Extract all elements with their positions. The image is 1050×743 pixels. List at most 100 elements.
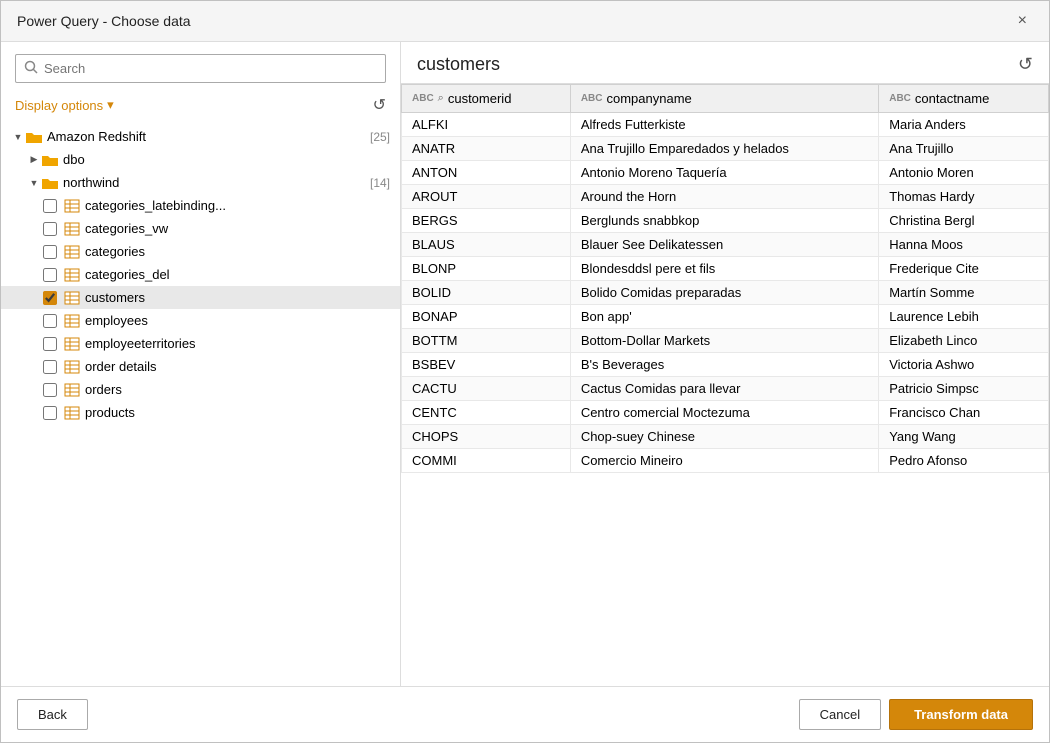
right-panel: customers ↺ ABC ⌕ customerid bbox=[401, 42, 1049, 686]
col-header-companyname[interactable]: ABC companyname bbox=[570, 85, 878, 113]
tree-item-order-details[interactable]: order details bbox=[1, 355, 400, 378]
display-options-row: Display options ▾ ↺ bbox=[1, 89, 400, 121]
search-icon bbox=[24, 60, 38, 77]
tree-item-northwind[interactable]: ▼ northwind [14] bbox=[1, 171, 400, 194]
cell-contactname: Elizabeth Linco bbox=[879, 329, 1049, 353]
col-header-customerid[interactable]: ABC ⌕ customerid bbox=[402, 85, 571, 113]
expand-arrow-northwind: ▼ bbox=[27, 176, 41, 190]
col-header-contactname[interactable]: ABC contactname bbox=[879, 85, 1049, 113]
checkbox-orders[interactable] bbox=[43, 383, 57, 397]
tree-item-products[interactable]: products bbox=[1, 401, 400, 424]
tree-label-categories-del: categories_del bbox=[85, 267, 390, 282]
expand-arrow-dbo: ▶ bbox=[27, 153, 41, 167]
power-query-dialog: Power Query - Choose data × Dis bbox=[0, 0, 1050, 743]
tree-label-categories: categories bbox=[85, 244, 390, 259]
table-icon-orders bbox=[63, 383, 81, 397]
table-row: ALFKIAlfreds FutterkisteMaria Anders bbox=[402, 113, 1049, 137]
folder-icon-amazon-redshift bbox=[25, 130, 43, 144]
table-icon-employeeterritories bbox=[63, 337, 81, 351]
tree-item-amazon-redshift[interactable]: ▼ Amazon Redshift [25] bbox=[1, 125, 400, 148]
tree-count-northwind: [14] bbox=[370, 176, 390, 190]
data-table: ABC ⌕ customerid ABC companyname bbox=[401, 84, 1049, 473]
tree-item-dbo[interactable]: ▶ dbo bbox=[1, 148, 400, 171]
display-options-button[interactable]: Display options ▾ bbox=[15, 97, 114, 113]
cell-customerid: BLAUS bbox=[402, 233, 571, 257]
tree-item-employees[interactable]: employees bbox=[1, 309, 400, 332]
table-row: COMMIComercio MineiroPedro Afonso bbox=[402, 449, 1049, 473]
cell-companyname: Blauer See Delikatessen bbox=[570, 233, 878, 257]
table-row: BLAUSBlauer See DelikatessenHanna Moos bbox=[402, 233, 1049, 257]
tree-item-employeeterritories[interactable]: employeeterritories bbox=[1, 332, 400, 355]
tree-item-categories-vw[interactable]: categories_vw bbox=[1, 217, 400, 240]
cell-contactname: Christina Bergl bbox=[879, 209, 1049, 233]
footer-buttons-right: Cancel Transform data bbox=[799, 699, 1033, 730]
checkbox-categories[interactable] bbox=[43, 245, 57, 259]
tree-item-categories-latebinding[interactable]: categories_latebinding... bbox=[1, 194, 400, 217]
checkbox-categories-latebinding[interactable] bbox=[43, 199, 57, 213]
cell-companyname: Centro comercial Moctezuma bbox=[570, 401, 878, 425]
expand-arrow-amazon-redshift: ▼ bbox=[11, 130, 25, 144]
cell-companyname: Bottom-Dollar Markets bbox=[570, 329, 878, 353]
table-container[interactable]: ABC ⌕ customerid ABC companyname bbox=[401, 83, 1049, 686]
cell-contactname: Pedro Afonso bbox=[879, 449, 1049, 473]
right-header: customers ↺ bbox=[401, 42, 1049, 83]
table-row: AROUTAround the HornThomas Hardy bbox=[402, 185, 1049, 209]
cancel-button[interactable]: Cancel bbox=[799, 699, 881, 730]
tree-item-orders[interactable]: orders bbox=[1, 378, 400, 401]
table-icon-categories-latebinding bbox=[63, 199, 81, 213]
tree-count-amazon-redshift: [25] bbox=[370, 130, 390, 144]
tree-item-categories-del[interactable]: categories_del bbox=[1, 263, 400, 286]
checkbox-products[interactable] bbox=[43, 406, 57, 420]
chevron-down-icon: ▾ bbox=[107, 97, 114, 113]
tree-item-categories[interactable]: categories bbox=[1, 240, 400, 263]
cell-contactname: Ana Trujillo bbox=[879, 137, 1049, 161]
search-box bbox=[15, 54, 386, 83]
cell-customerid: CACTU bbox=[402, 377, 571, 401]
close-button[interactable]: × bbox=[1012, 11, 1033, 31]
cell-contactname: Antonio Moren bbox=[879, 161, 1049, 185]
table-icon-categories-vw bbox=[63, 222, 81, 236]
tree-label-products: products bbox=[85, 405, 390, 420]
search-input[interactable] bbox=[44, 61, 377, 76]
cell-companyname: Bolido Comidas preparadas bbox=[570, 281, 878, 305]
cell-companyname: Blondesddsl pere et fils bbox=[570, 257, 878, 281]
folder-icon-dbo bbox=[41, 153, 59, 167]
transform-data-button[interactable]: Transform data bbox=[889, 699, 1033, 730]
dialog-title: Power Query - Choose data bbox=[17, 13, 191, 29]
refresh-right-button[interactable]: ↺ bbox=[1018, 54, 1033, 75]
tree-label-dbo: dbo bbox=[63, 152, 390, 167]
cell-contactname: Hanna Moos bbox=[879, 233, 1049, 257]
tree-label-categories-vw: categories_vw bbox=[85, 221, 390, 236]
tree-item-customers[interactable]: customers bbox=[1, 286, 400, 309]
tree-label-employees: employees bbox=[85, 313, 390, 328]
cell-companyname: Around the Horn bbox=[570, 185, 878, 209]
cell-companyname: Berglunds snabbkop bbox=[570, 209, 878, 233]
cell-contactname: Victoria Ashwo bbox=[879, 353, 1049, 377]
cell-companyname: B's Beverages bbox=[570, 353, 878, 377]
cell-contactname: Thomas Hardy bbox=[879, 185, 1049, 209]
display-options-label: Display options bbox=[15, 98, 103, 113]
cell-contactname: Maria Anders bbox=[879, 113, 1049, 137]
cell-contactname: Patricio Simpsc bbox=[879, 377, 1049, 401]
cell-customerid: BSBEV bbox=[402, 353, 571, 377]
cell-customerid: BOTTM bbox=[402, 329, 571, 353]
tree-label-northwind: northwind bbox=[63, 175, 364, 190]
checkbox-employeeterritories[interactable] bbox=[43, 337, 57, 351]
col-label-customerid: customerid bbox=[448, 91, 512, 106]
checkbox-customers[interactable] bbox=[43, 291, 57, 305]
table-row: ANATRAna Trujillo Emparedados y heladosA… bbox=[402, 137, 1049, 161]
checkbox-order-details[interactable] bbox=[43, 360, 57, 374]
left-panel: Display options ▾ ↺ ▼ Amazon Redshift [2… bbox=[1, 42, 401, 686]
back-button[interactable]: Back bbox=[17, 699, 88, 730]
footer: Back Cancel Transform data bbox=[1, 686, 1049, 742]
checkbox-categories-vw[interactable] bbox=[43, 222, 57, 236]
tree-label-customers: customers bbox=[85, 290, 390, 305]
tree-label-orders: orders bbox=[85, 382, 390, 397]
table-row: BOLIDBolido Comidas preparadasMartín Som… bbox=[402, 281, 1049, 305]
tree-label-categories-latebinding: categories_latebinding... bbox=[85, 198, 390, 213]
abc-icon-customerid: ABC bbox=[412, 93, 434, 104]
refresh-left-button[interactable]: ↺ bbox=[373, 95, 386, 115]
checkbox-categories-del[interactable] bbox=[43, 268, 57, 282]
cell-contactname: Francisco Chan bbox=[879, 401, 1049, 425]
checkbox-employees[interactable] bbox=[43, 314, 57, 328]
